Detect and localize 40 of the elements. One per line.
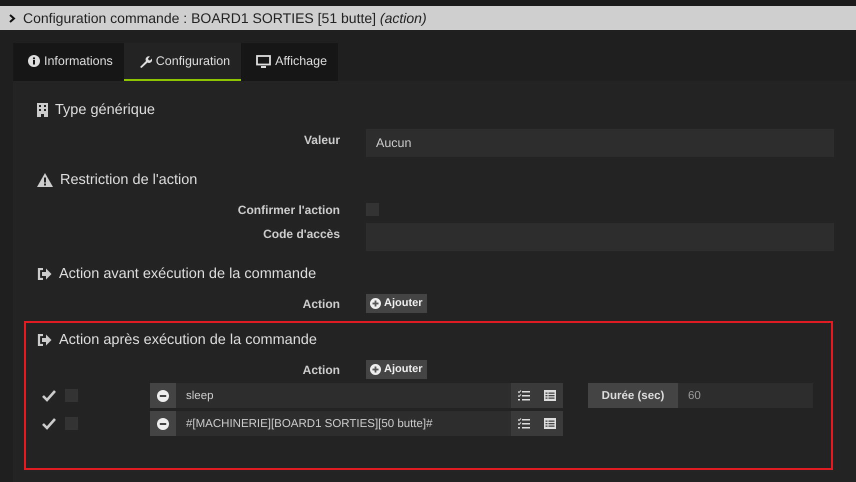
add-button[interactable]: Ajouter: [366, 360, 426, 378]
section-heading: Type générique: [55, 102, 155, 118]
command-field[interactable]: sleep: [176, 383, 511, 408]
plus-icon: [370, 298, 381, 308]
minus-icon: [157, 390, 169, 402]
option-label: Durée (sec): [588, 383, 678, 408]
sign-out-icon: [37, 268, 52, 280]
monitor-icon: [256, 54, 272, 68]
tab[interactable]: Informations: [13, 43, 124, 81]
list-icon: [544, 418, 556, 429]
field-label: Action: [302, 362, 340, 377]
checklist-icon: [518, 390, 530, 401]
select-field[interactable]: Aucun: [366, 129, 834, 157]
field-label: Valeur: [302, 132, 340, 147]
window-title: Configuration commande : BOARD1 SORTIES [51 butte] (action): [23, 10, 427, 26]
wrench-icon: [138, 54, 152, 68]
section-heading: Action après exécution de la commande: [59, 332, 317, 348]
checkmark-icon[interactable]: [42, 418, 56, 430]
minus-icon: [157, 418, 169, 430]
command-field[interactable]: #[MACHINERIE][BOARD1 SORTIES][50 butte]#: [176, 411, 511, 436]
tab[interactable]: Affichage: [241, 43, 338, 81]
field-label: Confirmer l'action: [236, 202, 340, 217]
plus-icon: [370, 364, 381, 374]
list-icon: [544, 390, 556, 401]
tab[interactable]: Configuration: [124, 43, 242, 81]
checkmark-icon[interactable]: [42, 390, 56, 402]
checklist-icon: [518, 418, 530, 429]
section-heading: Restriction de l'action: [60, 172, 198, 188]
warning-icon: [37, 173, 53, 187]
remove-button[interactable]: [150, 411, 176, 436]
field-label: Action: [302, 296, 340, 311]
sign-out-icon: [37, 334, 52, 346]
field-label: Code d'accès: [262, 226, 340, 241]
remove-button[interactable]: [150, 383, 176, 408]
chevron-icon: [9, 14, 16, 22]
add-button[interactable]: Ajouter: [366, 294, 426, 312]
building-icon: [37, 103, 48, 117]
input-field[interactable]: 60: [678, 383, 813, 408]
section-heading: Action avant exécution de la commande: [59, 266, 316, 282]
info-icon: [28, 55, 40, 67]
